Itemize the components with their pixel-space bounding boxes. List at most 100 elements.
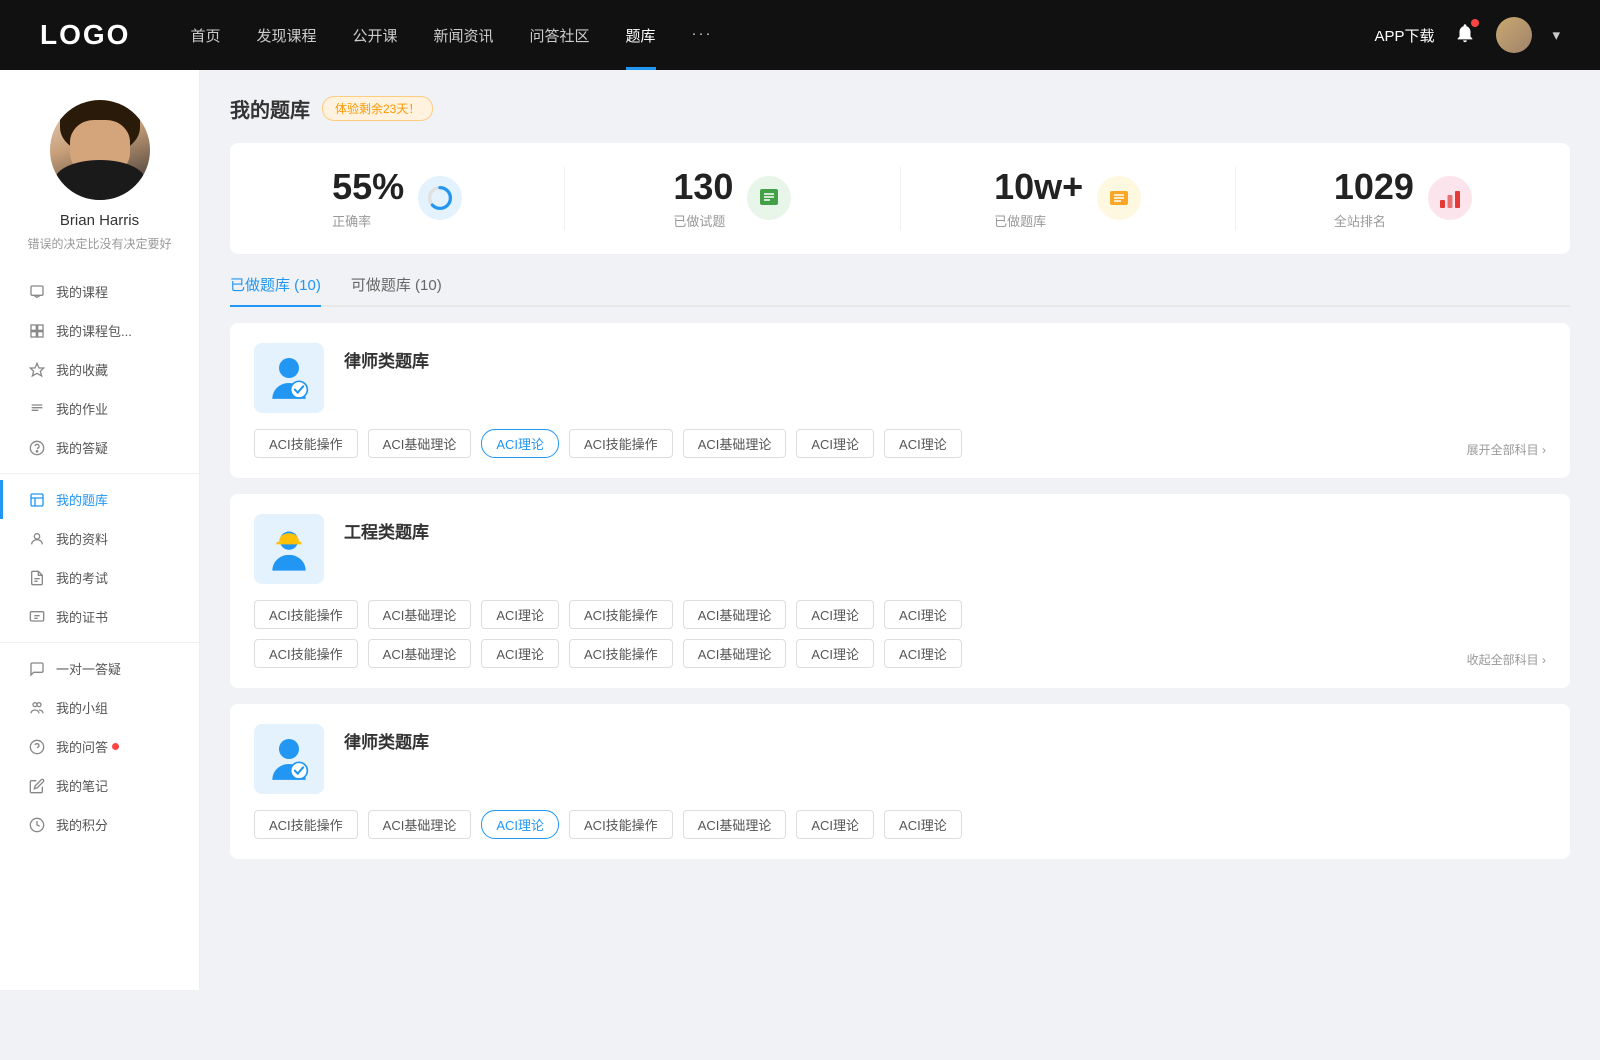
bank-card-lawyer-2: 律师类题库 ACI技能操作 ACI基础理论 ACI理论 ACI技能操作 ACI基… bbox=[230, 704, 1570, 859]
homework-icon bbox=[28, 400, 46, 418]
profile-icon bbox=[28, 530, 46, 548]
sidebar-label-course-pkg: 我的课程包... bbox=[56, 321, 132, 340]
sidebar-item-favorites[interactable]: 我的收藏 bbox=[0, 350, 199, 389]
tag[interactable]: ACI理论 bbox=[884, 429, 962, 458]
sidebar-label-profile: 我的资料 bbox=[56, 529, 108, 548]
tag[interactable]: ACI理论 bbox=[884, 600, 962, 629]
lawyer-2-tags-row: ACI技能操作 ACI基础理论 ACI理论 ACI技能操作 ACI基础理论 AC… bbox=[254, 810, 1546, 839]
tag[interactable]: ACI理论 bbox=[884, 810, 962, 839]
page-title: 我的题库 bbox=[230, 94, 310, 123]
tag[interactable]: ACI基础理论 bbox=[683, 810, 787, 839]
tag[interactable]: ACI技能操作 bbox=[254, 429, 358, 458]
sidebar-item-courses[interactable]: 我的课程 bbox=[0, 272, 199, 311]
tag[interactable]: ACI技能操作 bbox=[569, 810, 673, 839]
done-questions-icon bbox=[747, 176, 791, 220]
sidebar-label-exams: 我的考试 bbox=[56, 568, 108, 587]
sidebar-item-1v1[interactable]: 一对一答疑 bbox=[0, 649, 199, 688]
nav-question-bank[interactable]: 题库 bbox=[626, 25, 656, 46]
sidebar-label-question-bank: 我的题库 bbox=[56, 490, 108, 509]
tag[interactable]: ACI理论 bbox=[481, 639, 559, 668]
sidebar-item-exams[interactable]: 我的考试 bbox=[0, 558, 199, 597]
sidebar-label-qa: 我的答疑 bbox=[56, 438, 108, 457]
tag[interactable]: ACI基础理论 bbox=[368, 429, 472, 458]
lawyer-bank-name: 律师类题库 bbox=[344, 343, 1546, 372]
groups-icon bbox=[28, 699, 46, 717]
tag[interactable]: ACI理论 bbox=[796, 600, 874, 629]
tag-active[interactable]: ACI理论 bbox=[481, 429, 559, 458]
stat-done-banks: 10w+ 已做题库 bbox=[901, 167, 1236, 230]
stat-accuracy: 55% 正确率 bbox=[230, 167, 565, 230]
sidebar-label-points: 我的积分 bbox=[56, 815, 108, 834]
tag[interactable]: ACI基础理论 bbox=[368, 639, 472, 668]
bank-card-engineer: 工程类题库 ACI技能操作 ACI基础理论 ACI理论 ACI技能操作 ACI基… bbox=[230, 494, 1570, 688]
nav-qa[interactable]: 问答社区 bbox=[530, 25, 590, 46]
tag[interactable]: ACI基础理论 bbox=[683, 600, 787, 629]
main-content: 我的题库 体验剩余23天！ 55% 正确率 130 bbox=[200, 70, 1600, 990]
points-icon bbox=[28, 816, 46, 834]
sidebar-label-groups: 我的小组 bbox=[56, 698, 108, 717]
divider-2 bbox=[0, 642, 199, 643]
sidebar-item-question-bank[interactable]: 我的题库 bbox=[0, 480, 199, 519]
tag[interactable]: ACI技能操作 bbox=[254, 639, 358, 668]
lawyer-bank-name-2: 律师类题库 bbox=[344, 724, 1546, 753]
sidebar-item-points[interactable]: 我的积分 bbox=[0, 805, 199, 844]
course-pkg-icon bbox=[28, 322, 46, 340]
sidebar-label-my-qa: 我的问答 bbox=[56, 737, 108, 756]
notification-dot bbox=[1471, 19, 1479, 27]
tag[interactable]: ACI技能操作 bbox=[254, 810, 358, 839]
sidebar-item-course-pkg[interactable]: 我的课程包... bbox=[0, 311, 199, 350]
sidebar-user-name: Brian Harris bbox=[60, 212, 139, 229]
tag[interactable]: ACI技能操作 bbox=[569, 429, 673, 458]
sidebar-avatar bbox=[50, 100, 150, 200]
user-menu-chevron[interactable]: ▾ bbox=[1552, 26, 1560, 44]
sidebar-motto: 错误的决定比没有决定要好 bbox=[27, 235, 171, 252]
nav-open-course[interactable]: 公开课 bbox=[352, 25, 397, 46]
tag[interactable]: ACI基础理论 bbox=[683, 639, 787, 668]
tag[interactable]: ACI理论 bbox=[884, 639, 962, 668]
qa-notification-dot bbox=[112, 743, 119, 750]
tag[interactable]: ACI理论 bbox=[796, 810, 874, 839]
sidebar-item-groups[interactable]: 我的小组 bbox=[0, 688, 199, 727]
nav-news[interactable]: 新闻资讯 bbox=[434, 25, 494, 46]
favorites-icon bbox=[28, 361, 46, 379]
done-questions-value: 130 bbox=[673, 167, 733, 207]
user-avatar[interactable] bbox=[1496, 17, 1532, 53]
tab-available[interactable]: 可做题库 (10) bbox=[351, 274, 442, 305]
tag[interactable]: ACI技能操作 bbox=[569, 639, 673, 668]
sidebar-item-profile[interactable]: 我的资料 bbox=[0, 519, 199, 558]
sidebar-item-notes[interactable]: 我的笔记 bbox=[0, 766, 199, 805]
engineer-tags-row-2: ACI技能操作 ACI基础理论 ACI理论 ACI技能操作 ACI基础理论 AC… bbox=[254, 639, 1546, 668]
tag[interactable]: ACI技能操作 bbox=[569, 600, 673, 629]
sidebar-item-qa[interactable]: 我的答疑 bbox=[0, 428, 199, 467]
sidebar-item-homework[interactable]: 我的作业 bbox=[0, 389, 199, 428]
nav-right: APP下载 ▾ bbox=[1374, 17, 1560, 53]
1v1-icon bbox=[28, 660, 46, 678]
accuracy-icon bbox=[418, 176, 462, 220]
accuracy-value: 55% bbox=[332, 167, 404, 207]
tag[interactable]: ACI理论 bbox=[796, 639, 874, 668]
tag[interactable]: ACI基础理论 bbox=[368, 600, 472, 629]
tag[interactable]: ACI理论 bbox=[796, 429, 874, 458]
sidebar-label-favorites: 我的收藏 bbox=[56, 360, 108, 379]
expand-btn-lawyer-1[interactable]: 展开全部科目 › bbox=[1467, 441, 1546, 458]
sidebar-label-1v1: 一对一答疑 bbox=[56, 659, 121, 678]
tag[interactable]: ACI基础理论 bbox=[683, 429, 787, 458]
tab-done[interactable]: 已做题库 (10) bbox=[230, 274, 321, 305]
nav-home[interactable]: 首页 bbox=[190, 25, 220, 46]
tag[interactable]: ACI基础理论 bbox=[368, 810, 472, 839]
notification-bell[interactable] bbox=[1454, 22, 1476, 48]
tag[interactable]: ACI理论 bbox=[481, 600, 559, 629]
tag-active-2[interactable]: ACI理论 bbox=[481, 810, 559, 839]
tag[interactable]: ACI技能操作 bbox=[254, 600, 358, 629]
collapse-btn-engineer[interactable]: 收起全部科目 › bbox=[1467, 651, 1546, 668]
sidebar-label-certs: 我的证书 bbox=[56, 607, 108, 626]
nav-more[interactable]: ··· bbox=[692, 25, 713, 46]
app-download-btn[interactable]: APP下载 bbox=[1374, 25, 1434, 46]
sidebar-item-certs[interactable]: 我的证书 bbox=[0, 597, 199, 636]
tabs-row: 已做题库 (10) 可做题库 (10) bbox=[230, 274, 1570, 307]
nav-discover[interactable]: 发现课程 bbox=[256, 25, 316, 46]
sidebar-item-my-qa[interactable]: 我的问答 bbox=[0, 727, 199, 766]
layout: Brian Harris 错误的决定比没有决定要好 我的课程 我的课程包... bbox=[0, 70, 1600, 990]
engineer-bank-icon bbox=[254, 514, 324, 584]
engineer-tags-row-1: ACI技能操作 ACI基础理论 ACI理论 ACI技能操作 ACI基础理论 AC… bbox=[254, 600, 1546, 629]
